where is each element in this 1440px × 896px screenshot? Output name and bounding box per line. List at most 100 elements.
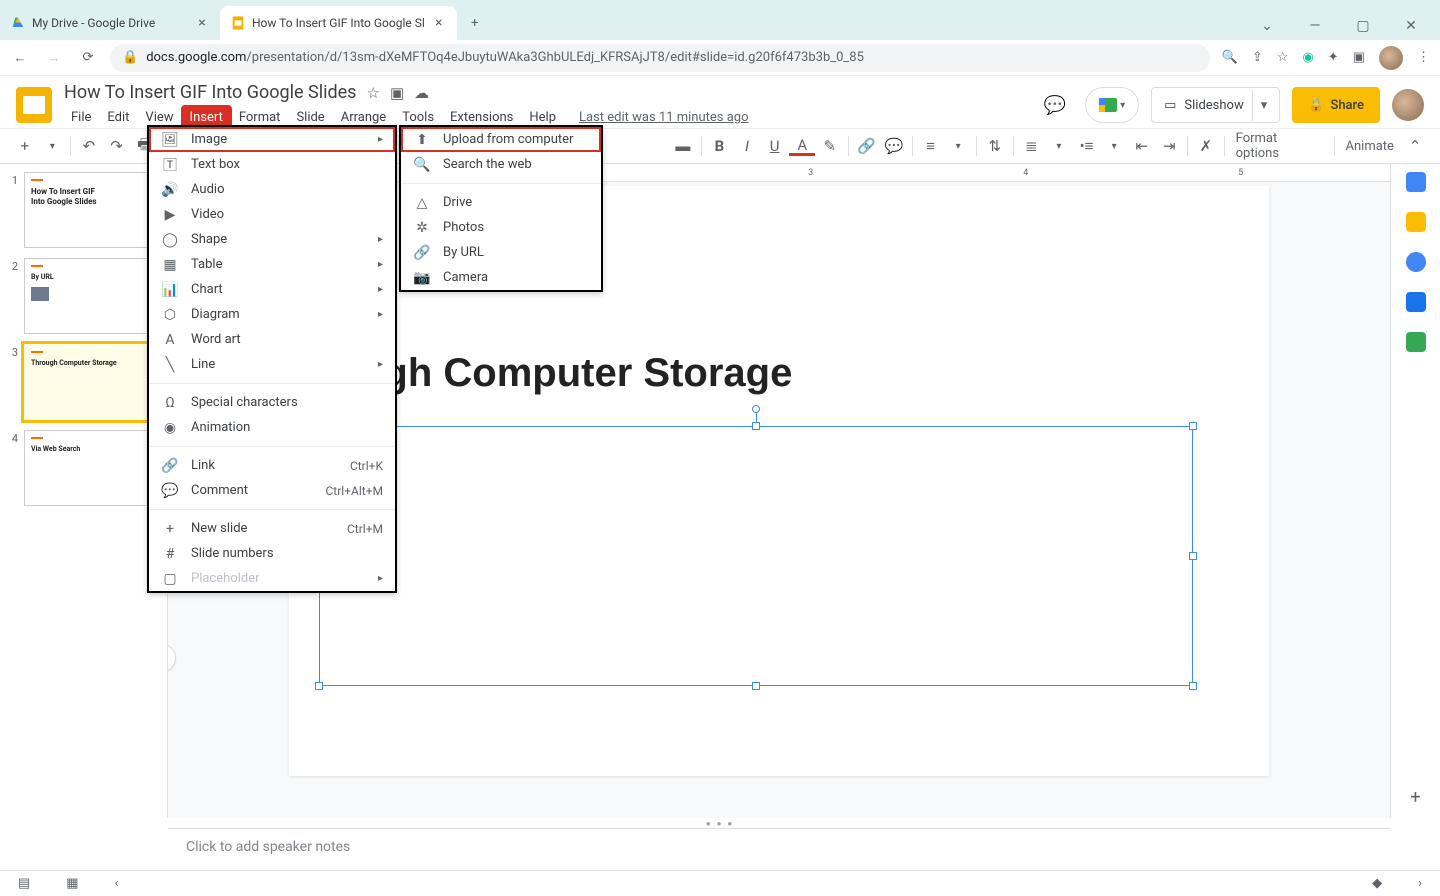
keep-sidepanel-icon[interactable]	[1406, 212, 1426, 232]
zoom-icon[interactable]: 🔍	[1222, 50, 1238, 65]
fill-color-icon[interactable]: ▬	[670, 133, 696, 159]
resize-handle-bl[interactable]	[315, 682, 323, 690]
animate-button[interactable]: Animate	[1340, 139, 1400, 154]
blist-dropdown-icon[interactable]: ▾	[1101, 133, 1127, 159]
filmstrip-view-icon[interactable]: ▤	[18, 876, 30, 891]
new-slide-icon[interactable]: +	[12, 133, 38, 159]
insert-image-item[interactable]: 🖼 Image ▸	[149, 127, 395, 152]
insert-comment-item[interactable]: 💬 Comment Ctrl+Alt+M	[149, 478, 395, 503]
resize-handle-bm[interactable]	[752, 682, 760, 690]
italic-icon[interactable]: I	[734, 133, 760, 159]
back-icon[interactable]: ←	[10, 50, 30, 66]
menu-edit[interactable]: Edit	[100, 107, 136, 128]
insert-slide-numbers-item[interactable]: # Slide numbers	[149, 541, 395, 566]
bold-icon[interactable]: B	[707, 133, 733, 159]
clear-formatting-icon[interactable]: ✗	[1193, 133, 1219, 159]
close-window-icon[interactable]: ✕	[1396, 18, 1426, 34]
last-edit-link[interactable]: Last edit was 11 minutes ago	[579, 110, 749, 125]
align-icon[interactable]: ≡	[918, 133, 944, 159]
bookmark-icon[interactable]: ☆	[1277, 50, 1289, 65]
slideshow-dropdown-icon[interactable]: ▾	[1252, 90, 1276, 121]
hide-filmstrip-button[interactable]: ≡	[168, 644, 176, 672]
resize-handle-tr[interactable]	[1189, 422, 1197, 430]
forward-icon[interactable]: →	[44, 50, 64, 66]
grammarly-icon[interactable]: ◉	[1302, 50, 1313, 65]
star-icon[interactable]: ☆	[366, 84, 379, 102]
numbered-list-icon[interactable]: ≣	[1019, 133, 1045, 159]
insert-comment-icon[interactable]: 💬	[881, 133, 907, 159]
insert-chart-item[interactable]: 📊 Chart ▸	[149, 277, 395, 302]
insert-table-item[interactable]: ▦ Table ▸	[149, 252, 395, 277]
redo-icon[interactable]: ↷	[104, 133, 130, 159]
by-url-item[interactable]: 🔗 By URL	[401, 240, 601, 265]
comment-history-icon[interactable]: 💬	[1037, 87, 1073, 123]
insert-wordart-item[interactable]: A Word art	[149, 327, 395, 352]
browser-tab-slides[interactable]: How To Insert GIF Into Google Sl ×	[220, 6, 457, 40]
search-the-web-item[interactable]: 🔍 Search the web	[401, 152, 601, 177]
insert-animation-item[interactable]: ◉ Animation	[149, 415, 395, 440]
undo-icon[interactable]: ↶	[76, 133, 102, 159]
tab-close-icon[interactable]: ×	[194, 15, 210, 31]
insert-new-slide-item[interactable]: + New slide Ctrl+M	[149, 516, 395, 541]
new-tab-button[interactable]: +	[461, 9, 489, 37]
indent-increase-icon[interactable]: ⇥	[1156, 133, 1182, 159]
sidepanel-icon[interactable]: ▣	[1353, 50, 1365, 65]
text-color-icon[interactable]: A	[789, 136, 815, 156]
highlight-icon[interactable]: ✎	[817, 133, 843, 159]
slides-logo-icon[interactable]	[16, 87, 52, 123]
add-addon-icon[interactable]: +	[1410, 787, 1420, 808]
insert-video-item[interactable]: ▶ Video	[149, 202, 395, 227]
resize-handle-tm[interactable]	[752, 422, 760, 430]
indent-decrease-icon[interactable]: ⇤	[1129, 133, 1155, 159]
maximize-icon[interactable]: ▢	[1348, 18, 1378, 34]
notes-resizer[interactable]: ● ● ●	[0, 818, 1440, 828]
drive-item[interactable]: △ Drive	[401, 190, 601, 215]
insert-audio-item[interactable]: 🔊 Audio	[149, 177, 395, 202]
bulleted-list-icon[interactable]: •≡	[1074, 133, 1100, 159]
insert-line-item[interactable]: ╲ Line ▸	[149, 352, 395, 377]
minimize-icon[interactable]: ―	[1300, 18, 1330, 34]
thumbnail-slide-1[interactable]: How To Insert GIFInto Google Slides	[24, 172, 158, 248]
menu-file[interactable]: File	[64, 107, 98, 128]
chrome-profile-avatar[interactable]	[1379, 46, 1403, 70]
insert-link-icon[interactable]: 🔗	[854, 133, 880, 159]
rotation-handle[interactable]	[752, 405, 760, 413]
kebab-menu-icon[interactable]: ⋮	[1417, 50, 1430, 65]
share-button[interactable]: 🔒 Share	[1292, 87, 1380, 123]
list-dropdown-icon[interactable]: ▾	[1046, 133, 1072, 159]
underline-icon[interactable]: U	[762, 133, 788, 159]
browser-tab-drive[interactable]: My Drive - Google Drive ×	[0, 6, 220, 40]
contacts-sidepanel-icon[interactable]	[1406, 292, 1426, 312]
insert-link-item[interactable]: 🔗 Link Ctrl+K	[149, 453, 395, 478]
account-avatar[interactable]	[1392, 89, 1424, 121]
align-dropdown-icon[interactable]: ▾	[945, 133, 971, 159]
thumbnail-slide-2[interactable]: By URL	[24, 258, 158, 334]
calendar-sidepanel-icon[interactable]	[1406, 172, 1426, 192]
collapse-toolbar-icon[interactable]: ⌃	[1402, 133, 1428, 159]
photos-item[interactable]: ✲ Photos	[401, 215, 601, 240]
format-options-button[interactable]: Format options	[1230, 131, 1329, 161]
cloud-status-icon[interactable]: ☁	[414, 84, 429, 102]
insert-textbox-item[interactable]: 🅃 Text box	[149, 152, 395, 177]
explore-icon[interactable]: ◆	[1372, 876, 1382, 891]
slideshow-button[interactable]: ▭ Slideshow ▾	[1151, 87, 1280, 123]
meet-button[interactable]: ▾	[1085, 87, 1139, 123]
thumbnail-slide-3[interactable]: Through Computer Storage	[24, 344, 158, 420]
camera-item[interactable]: 📷 Camera	[401, 265, 601, 290]
insert-special-chars-item[interactable]: Ω Special characters	[149, 390, 395, 415]
extensions-icon[interactable]: ✦	[1328, 50, 1339, 65]
insert-shape-item[interactable]: ◯ Shape ▸	[149, 227, 395, 252]
chevron-down-icon[interactable]: ⌄	[1252, 18, 1282, 34]
tasks-sidepanel-icon[interactable]	[1406, 252, 1426, 272]
collapse-filmstrip-icon[interactable]: ‹	[115, 876, 119, 891]
share-url-icon[interactable]: ⇪	[1252, 50, 1263, 65]
maps-sidepanel-icon[interactable]	[1406, 332, 1426, 352]
resize-handle-mr[interactable]	[1189, 552, 1197, 560]
resize-handle-br[interactable]	[1189, 682, 1197, 690]
line-spacing-icon[interactable]: ⇅	[982, 133, 1008, 159]
tab-close-icon[interactable]: ×	[431, 15, 447, 31]
upload-from-computer-item[interactable]: ⬆ Upload from computer	[401, 127, 601, 152]
doc-title[interactable]: How To Insert GIF Into Google Slides	[64, 82, 356, 103]
hide-sidepanel-icon[interactable]: ›	[1418, 876, 1422, 891]
speaker-notes[interactable]: Click to add speaker notes	[168, 828, 1390, 870]
